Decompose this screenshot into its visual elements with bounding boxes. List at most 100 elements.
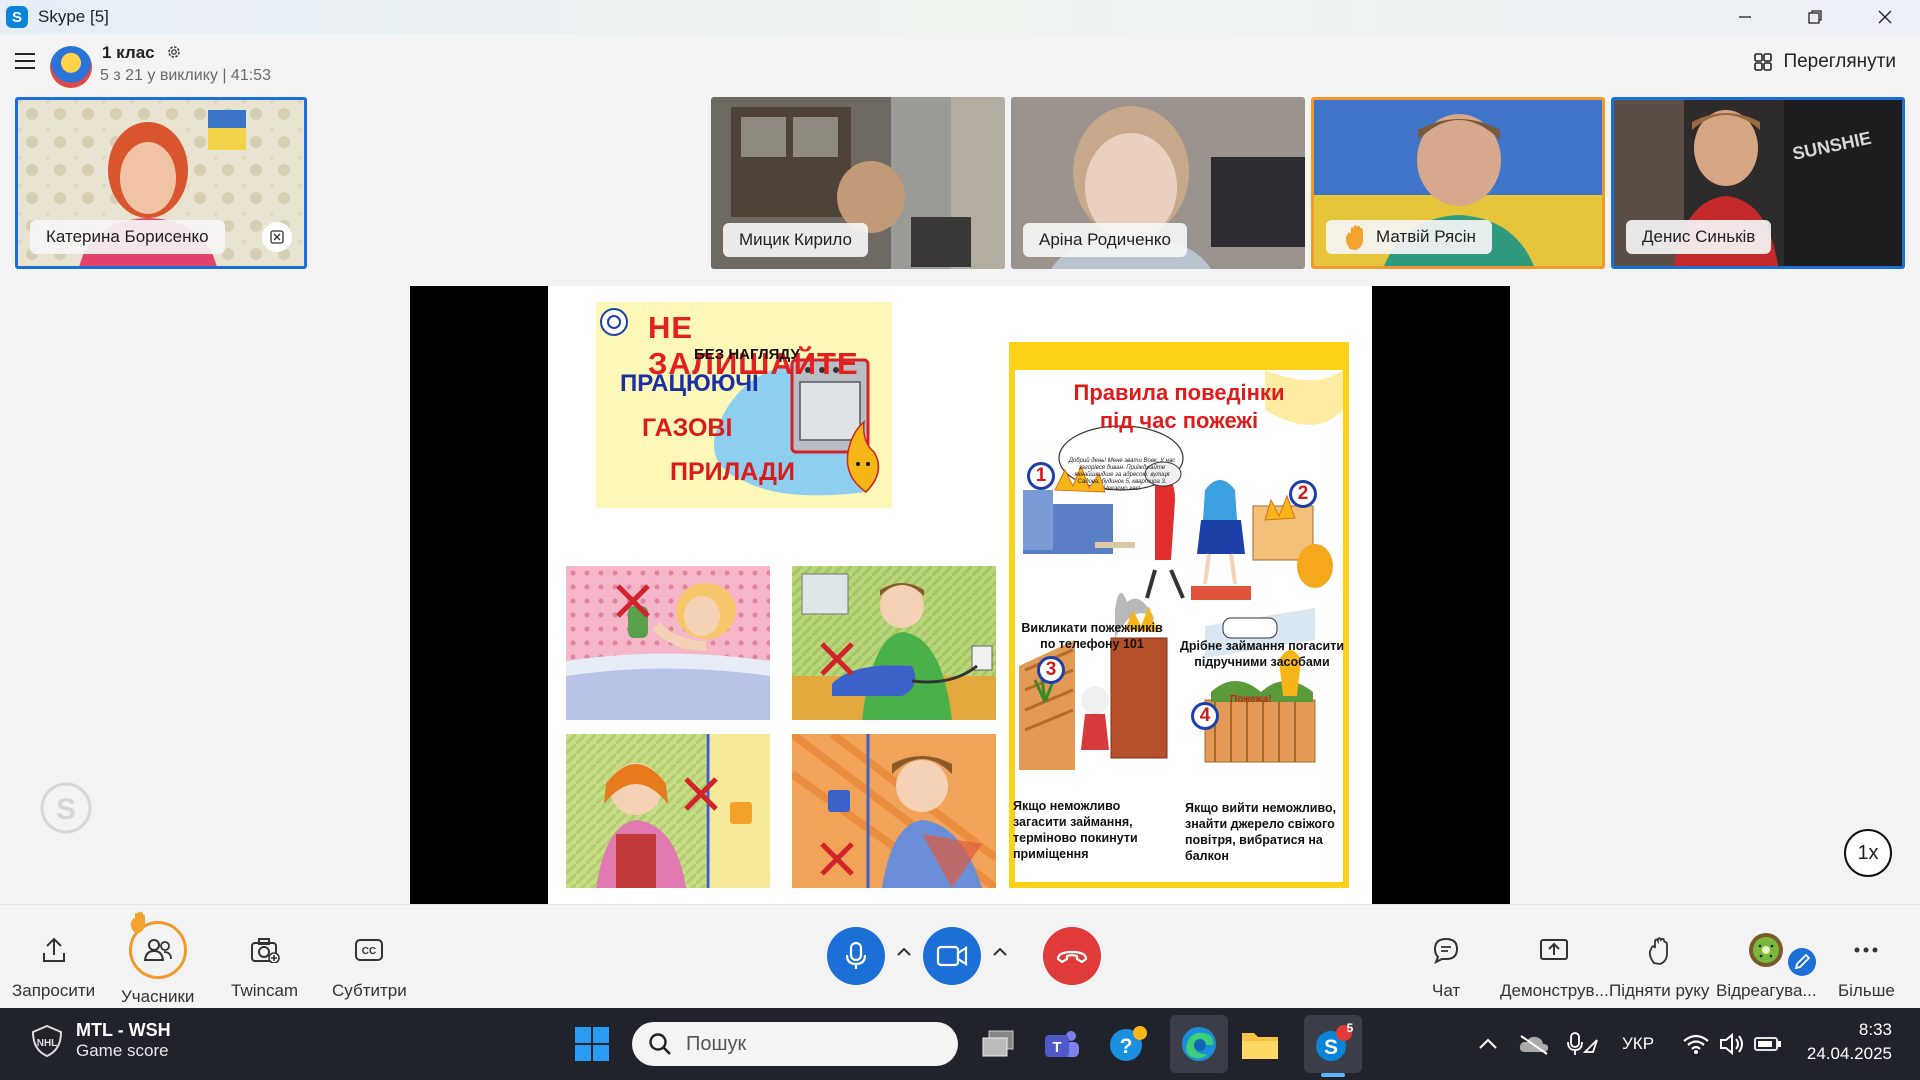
close-button[interactable]	[1850, 0, 1920, 34]
chat-bubble-icon	[1434, 937, 1459, 964]
share-screen-icon	[1540, 939, 1569, 960]
participant-tile-hand-raised[interactable]: Матвій Рясін	[1311, 97, 1605, 269]
more-button[interactable]: Більше	[1838, 927, 1895, 1001]
widget-subtitle: Game score	[76, 1041, 169, 1060]
folder-icon	[1242, 1033, 1278, 1059]
participant-tile[interactable]: Аріна Родиченко	[1011, 97, 1305, 269]
weather-widget[interactable]: NHL MTL - WSH Game score	[30, 1020, 171, 1061]
nhl-logo-icon: NHL	[31, 1024, 63, 1057]
rule-caption: Викликати пожежників по телефону 101	[1021, 621, 1163, 651]
help-icon: ?	[1110, 1026, 1147, 1061]
poster-word: ГАЗОВІ	[642, 414, 733, 442]
edge-browser-button[interactable]	[1170, 1015, 1228, 1073]
input-language-indicator[interactable]: УКР	[1622, 1034, 1654, 1054]
participants-button[interactable]: Учасники	[121, 911, 194, 1007]
windows-taskbar: NHL MTL - WSH Game score Пошук T ? S 5 У	[0, 1008, 1920, 1080]
speech-bubble-text: Добрий день! Мене звати Вовк. У нас заго…	[1068, 458, 1176, 492]
microphone-in-use-icon[interactable]	[1560, 1022, 1604, 1066]
react-button[interactable]: Відреагува...	[1716, 927, 1817, 1001]
taskbar-search-box[interactable]: Пошук	[632, 1022, 958, 1066]
poster-word: ПРИЛАДИ	[670, 458, 795, 486]
kiwi-emoji-icon	[1749, 933, 1784, 967]
hang-up-button[interactable]	[1043, 927, 1101, 985]
rule-caption: Якщо неможливо загасити займання, термін…	[1013, 799, 1138, 861]
skype-logo-icon: S	[6, 6, 28, 28]
hamburger-menu-button[interactable]	[14, 52, 36, 70]
chat-button[interactable]: Чат	[1432, 927, 1460, 1001]
participant-tile[interactable]: Мицик Кирило	[711, 97, 1005, 269]
svg-text:CC: CC	[362, 946, 376, 957]
audio-options-chevron-icon[interactable]	[896, 947, 912, 957]
edit-pencil-icon	[1788, 948, 1817, 976]
minimize-button[interactable]	[1710, 0, 1780, 34]
call-header: 1 клас 5 з 21 у виклику | 41:53 Переглян…	[0, 34, 1920, 94]
subtitles-button[interactable]: CC Субтитри	[332, 927, 407, 1001]
hand-icon	[1649, 937, 1669, 965]
share-upload-icon	[42, 937, 65, 962]
call-status: 5 з 21 у виклику | 41:53	[100, 67, 271, 84]
start-button[interactable]	[570, 1022, 614, 1066]
svg-text:T: T	[1052, 1039, 1061, 1056]
file-explorer-button[interactable]	[1238, 1022, 1282, 1066]
camera-button[interactable]	[923, 927, 981, 985]
rule-caption: Дрібне займання погасити підручними засо…	[1179, 639, 1345, 669]
participant-name: Катерина Борисенко	[30, 220, 225, 254]
share-screen-button[interactable]: Демонструв...	[1500, 927, 1609, 1001]
teams-button[interactable]: T	[1040, 1022, 1084, 1066]
task-view-icon	[982, 1030, 1014, 1057]
shared-slide: НЕ ЗАЛИШАЙТЕ БЕЗ НАГЛЯДУ ПРАЦЮЮЧІ ГАЗОВІ…	[548, 286, 1372, 904]
view-button[interactable]: Переглянути	[1753, 51, 1896, 73]
participant-tile-self[interactable]: Катерина Борисенко	[15, 97, 307, 269]
raise-hand-button[interactable]: Підняти руку	[1609, 927, 1709, 1001]
video-camera-icon	[936, 945, 968, 967]
safety-picture-plug	[792, 734, 996, 888]
onedrive-offline-icon[interactable]	[1512, 1022, 1556, 1066]
active-app-indicator	[1321, 1073, 1345, 1077]
rule-number-badge: 3	[1037, 656, 1065, 684]
participant-tile[interactable]: SUNSHIE Денис Синьків	[1611, 97, 1905, 269]
twincam-button[interactable]: Twincam	[231, 927, 298, 1001]
clock-time: 8:33	[1858, 1020, 1892, 1039]
raised-hand-icon	[130, 911, 145, 933]
more-dots-icon	[1854, 947, 1878, 953]
gas-appliance-poster: НЕ ЗАЛИШАЙТЕ БЕЗ НАГЛЯДУ ПРАЦЮЮЧІ ГАЗОВІ…	[596, 302, 892, 508]
invite-button[interactable]: Запросити	[12, 927, 95, 1001]
skype-notification-badge: 5	[1346, 1021, 1354, 1035]
task-view-button[interactable]	[976, 1022, 1020, 1066]
rules-title-line1: Правила поведінки	[1073, 380, 1285, 405]
video-options-chevron-icon[interactable]	[992, 947, 1008, 957]
call-controls-bar: Запросити Учасники Twincam CC Субтитри Ч…	[0, 904, 1920, 1009]
skype-watermark-icon: S	[36, 778, 96, 838]
battery-icon[interactable]	[1746, 1022, 1790, 1066]
remove-participant-icon[interactable]	[262, 222, 292, 252]
participant-name: Аріна Родиченко	[1023, 223, 1188, 257]
poster-word: ПРАЦЮЮЧІ	[620, 370, 759, 397]
window-title: Skype [5]	[38, 7, 109, 26]
skype-taskbar-button[interactable]: S 5	[1304, 1015, 1362, 1077]
show-hidden-icons-chevron-icon[interactable]	[1466, 1022, 1510, 1066]
hang-up-phone-icon	[1056, 950, 1088, 964]
participants-icon	[143, 939, 172, 961]
group-avatar[interactable]	[50, 46, 92, 88]
safety-picture-iron	[792, 566, 996, 720]
title-bar: S Skype [5]	[0, 0, 1920, 34]
svg-text:NHL: NHL	[37, 1038, 58, 1049]
grid-view-icon	[1754, 53, 1773, 71]
microphone-button[interactable]	[827, 927, 885, 985]
call-title[interactable]: 1 клас	[102, 43, 155, 63]
twincam-camera-icon	[250, 938, 280, 963]
safety-picture-socket	[566, 734, 770, 888]
rules-title-line2: під час пожежі	[1099, 408, 1259, 433]
settings-gear-icon[interactable]	[166, 44, 182, 60]
rule-number-badge: 4	[1191, 702, 1219, 730]
restore-button[interactable]	[1780, 0, 1850, 34]
search-placeholder: Пошук	[686, 1032, 747, 1055]
raised-hand-icon	[1345, 225, 1363, 250]
system-clock[interactable]: 8:33 24.04.2025	[1807, 1018, 1892, 1066]
playback-speed-button[interactable]: 1x	[1844, 829, 1892, 877]
teams-icon: T	[1045, 1031, 1079, 1057]
help-app-button[interactable]: ?	[1106, 1022, 1150, 1066]
windows-logo-icon	[575, 1027, 609, 1061]
svg-text:S: S	[56, 793, 76, 826]
participant-name: Матвій Рясін	[1326, 220, 1492, 254]
